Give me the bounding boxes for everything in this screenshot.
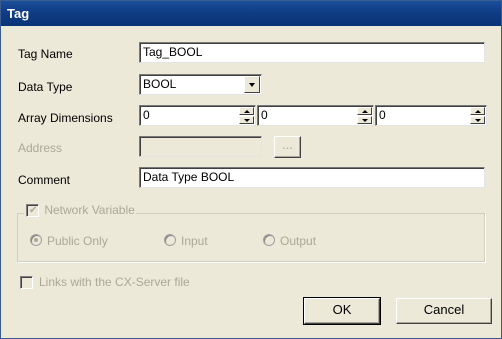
spin-down-button[interactable] <box>239 116 254 124</box>
array-dimension-2-spinner[interactable] <box>357 107 372 124</box>
spin-down-button[interactable] <box>470 116 485 124</box>
window-title: Tag <box>7 6 30 21</box>
data-type-select[interactable]: BOOL <box>139 74 262 95</box>
spin-up-button[interactable] <box>357 107 372 115</box>
spin-up-icon <box>362 110 368 113</box>
spin-up-button[interactable] <box>470 107 485 115</box>
spin-down-button[interactable] <box>357 116 372 124</box>
network-variable-checkbox[interactable]: ✔ <box>26 204 39 218</box>
ok-button[interactable]: OK <box>303 297 381 325</box>
spin-up-icon <box>475 110 481 113</box>
spin-up-button[interactable] <box>239 107 254 115</box>
spin-down-icon <box>362 119 368 122</box>
array-dimension-1-input[interactable]: 0 <box>139 105 256 126</box>
spin-up-icon <box>244 110 250 113</box>
public-only-label: Public Only <box>47 234 108 248</box>
array-dimensions-label: Array Dimensions <box>18 111 113 125</box>
data-type-label: Data Type <box>18 80 73 94</box>
radio-dot-icon <box>34 238 38 242</box>
tag-dialog: Tag Tag Name Tag_BOOL Data Type BOOL Arr… <box>0 0 502 339</box>
links-label: Links with the CX-Server file <box>39 275 190 289</box>
array-dimension-2-input[interactable]: 0 <box>257 105 374 126</box>
checkmark-icon: ✔ <box>29 205 38 217</box>
cancel-button[interactable]: Cancel <box>396 298 492 324</box>
comment-value: Data Type BOOL <box>143 170 235 184</box>
array-dimension-3-spinner[interactable] <box>470 107 485 124</box>
spin-down-icon <box>475 119 481 122</box>
links-checkbox[interactable] <box>20 276 33 289</box>
spin-down-icon <box>244 119 250 122</box>
cancel-label: Cancel <box>423 302 465 317</box>
public-only-radio[interactable] <box>30 234 42 246</box>
chevron-down-icon <box>249 83 255 87</box>
address-label: Address <box>18 141 63 155</box>
network-variable-label: Network Variable <box>44 203 135 217</box>
input-label: Input <box>181 234 208 248</box>
output-radio[interactable] <box>263 234 275 246</box>
array-dimension-1-value: 0 <box>143 108 150 122</box>
array-dimension-1-spinner[interactable] <box>239 107 254 124</box>
array-dimension-2-value: 0 <box>261 108 268 122</box>
tag-name-value: Tag_BOOL <box>143 45 203 59</box>
data-type-value: BOOL <box>143 77 177 91</box>
ok-label: OK <box>332 302 352 317</box>
comment-label: Comment <box>18 173 71 187</box>
title-bar[interactable]: Tag <box>1 1 501 26</box>
browse-label: ... <box>282 137 293 152</box>
address-input[interactable] <box>139 136 262 157</box>
array-dimension-3-input[interactable]: 0 <box>375 105 487 126</box>
output-label: Output <box>280 234 317 248</box>
address-browse-button[interactable]: ... <box>274 136 301 158</box>
network-variable-legend: ✔ Network Variable <box>24 203 136 219</box>
dropdown-button[interactable] <box>244 76 260 93</box>
tag-name-input[interactable]: Tag_BOOL <box>139 42 485 63</box>
input-radio[interactable] <box>164 234 176 246</box>
array-dimension-3-value: 0 <box>379 108 386 122</box>
comment-input[interactable]: Data Type BOOL <box>139 167 485 188</box>
tag-name-label: Tag Name <box>18 47 73 61</box>
